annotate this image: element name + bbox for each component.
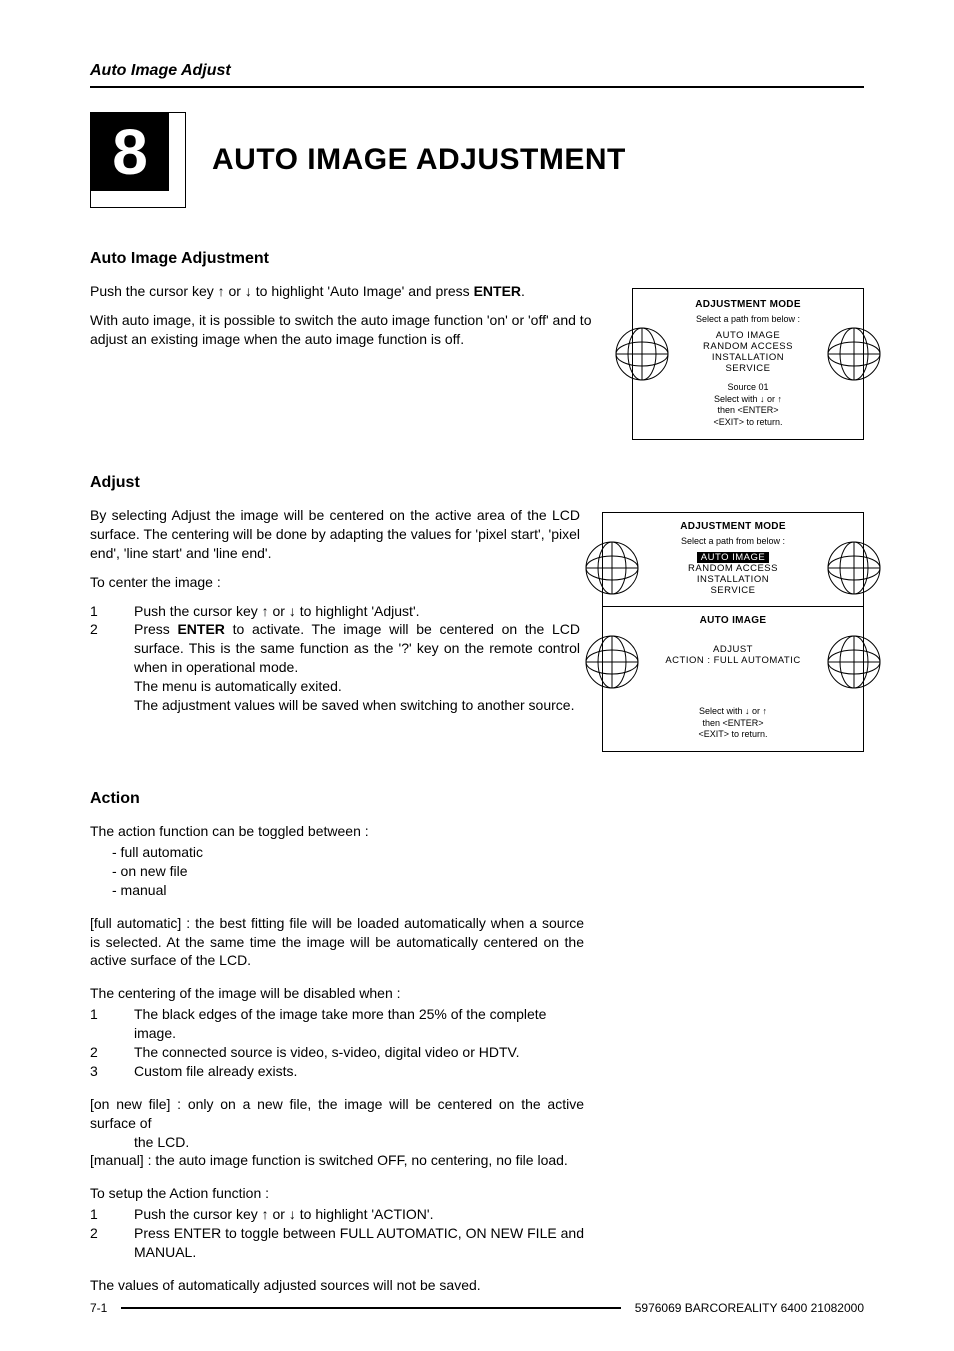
text: to highlight 'Adjust'.: [296, 603, 420, 619]
menu-option: INSTALLATION: [617, 574, 849, 585]
chapter-number: 8: [91, 113, 169, 191]
menu-option: AUTO IMAGE: [647, 330, 849, 341]
list-text: The black edges of the image take more t…: [134, 1005, 584, 1043]
menu-option: INSTALLATION: [647, 352, 849, 363]
list-text: Press ENTER to toggle between FULL AUTOM…: [134, 1224, 584, 1262]
text: or: [765, 394, 778, 404]
list-number: 1: [90, 1205, 134, 1224]
list-number: 3: [90, 1062, 134, 1081]
menu-illustration-1: ADJUSTMENT MODE Select a path from below…: [632, 282, 864, 440]
section-3-body: The action function can be toggled betwe…: [90, 822, 584, 1295]
list-number: 2: [90, 1224, 134, 1262]
menu-subtitle: Select a path from below :: [647, 314, 849, 324]
text: to highlight 'Auto Image' and press: [252, 283, 474, 299]
menu-footer-line: then <ENTER>: [617, 718, 849, 730]
menu-source: Source 01: [647, 382, 849, 394]
paragraph: [manual] : the auto image function is sw…: [90, 1151, 584, 1170]
menu-footer-line: <EXIT> to return.: [647, 417, 849, 429]
menu-title: AUTO IMAGE: [617, 615, 849, 626]
text: .: [521, 283, 525, 299]
paragraph-continuation: the LCD.: [90, 1133, 584, 1152]
menu-footer-line: <EXIT> to return.: [617, 729, 849, 741]
text: or: [269, 603, 289, 619]
paragraph: With auto image, it is possible to switc…: [90, 311, 610, 349]
list-number: 2: [90, 1043, 134, 1062]
down-arrow-icon: ↓: [245, 283, 252, 299]
text: Push the cursor key: [134, 1206, 262, 1222]
globe-icon: [615, 327, 669, 381]
enter-key: ENTER: [177, 621, 224, 637]
section-1-body: Push the cursor key ↑ or ↓ to highlight …: [90, 282, 610, 359]
paragraph: To setup the Action function :: [90, 1184, 584, 1203]
up-arrow-icon: ↑: [262, 1206, 269, 1222]
up-arrow-icon: ↑: [778, 394, 783, 404]
dash-item: - manual: [90, 881, 584, 900]
up-arrow-icon: ↑: [763, 706, 768, 716]
up-arrow-icon: ↑: [218, 283, 225, 299]
text: Push the cursor key: [134, 603, 262, 619]
footer-rule: [121, 1307, 620, 1308]
text: The adjustment values will be saved when…: [134, 697, 574, 713]
text: Press: [134, 621, 177, 637]
section-title-adjust: Adjust: [90, 474, 864, 492]
text: Select with: [699, 706, 745, 716]
chapter-title: AUTO IMAGE ADJUSTMENT: [212, 143, 626, 177]
menu-option: SERVICE: [647, 363, 849, 374]
text: Select with: [714, 394, 760, 404]
down-arrow-icon: ↓: [289, 603, 296, 619]
document-id: 5976069 BARCOREALITY 6400 21082000: [635, 1301, 864, 1315]
text: or: [225, 283, 245, 299]
section-2-body: By selecting Adjust the image will be ce…: [90, 506, 580, 715]
globe-icon: [585, 635, 639, 689]
section-title-action: Action: [90, 790, 864, 808]
globe-icon: [585, 541, 639, 595]
menu-option: RANDOM ACCESS: [617, 563, 849, 574]
menu-title: ADJUSTMENT MODE: [647, 299, 849, 310]
paragraph: [full automatic] : the best fitting file…: [90, 914, 584, 971]
list-text: Custom file already exists.: [134, 1062, 584, 1081]
list-number: 2: [90, 620, 134, 714]
globe-icon: [827, 541, 881, 595]
paragraph: [on new file] : only on a new file, the …: [90, 1095, 584, 1133]
paragraph: The action function can be toggled betwe…: [90, 822, 584, 841]
chapter-number-badge: 8: [90, 112, 186, 208]
globe-icon: [827, 327, 881, 381]
text: to highlight 'ACTION'.: [296, 1206, 434, 1222]
text: The menu is automatically exited.: [134, 678, 342, 694]
running-header: Auto Image Adjust: [90, 62, 864, 88]
paragraph: The centering of the image will be disab…: [90, 984, 584, 1003]
menu-line: ADJUST: [617, 644, 849, 655]
menu-footer-line: then <ENTER>: [647, 405, 849, 417]
list-number: 1: [90, 1005, 134, 1043]
list-number: 1: [90, 602, 134, 621]
paragraph: The values of automatically adjusted sou…: [90, 1276, 584, 1295]
page-footer: 7-1 5976069 BARCOREALITY 6400 21082000: [90, 1301, 864, 1315]
menu-line: ACTION : FULL AUTOMATIC: [617, 655, 849, 666]
dash-item: - on new file: [90, 862, 584, 881]
chapter-header: 8 AUTO IMAGE ADJUSTMENT: [90, 112, 864, 208]
text: Push the cursor key: [90, 283, 218, 299]
menu-title: ADJUSTMENT MODE: [617, 521, 849, 532]
paragraph: By selecting Adjust the image will be ce…: [90, 506, 580, 563]
globe-icon: [827, 635, 881, 689]
dash-item: - full automatic: [90, 843, 584, 862]
menu-option: SERVICE: [617, 585, 849, 596]
list-text: The connected source is video, s-video, …: [134, 1043, 584, 1062]
menu-option: RANDOM ACCESS: [647, 341, 849, 352]
paragraph: To center the image :: [90, 573, 580, 592]
page-number: 7-1: [90, 1301, 107, 1315]
menu-illustration-2: ADJUSTMENT MODE Select a path from below…: [602, 506, 864, 752]
text: or: [269, 1206, 289, 1222]
enter-key: ENTER: [474, 283, 521, 299]
up-arrow-icon: ↑: [262, 603, 269, 619]
menu-subtitle: Select a path from below :: [617, 536, 849, 546]
down-arrow-icon: ↓: [289, 1206, 296, 1222]
section-title-auto-image-adjustment: Auto Image Adjustment: [90, 250, 864, 268]
menu-option-highlighted: AUTO IMAGE: [697, 552, 769, 563]
text: or: [750, 706, 763, 716]
